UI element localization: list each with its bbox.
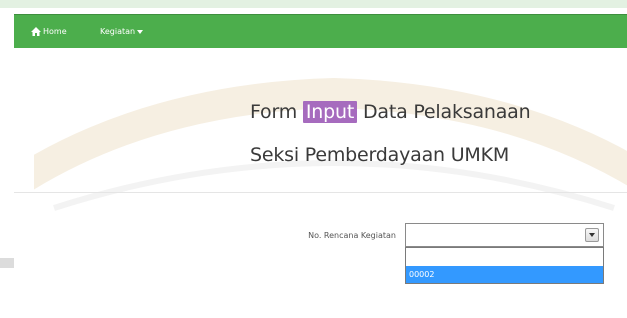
chevron-down-icon <box>589 233 595 237</box>
nav-home-label: Home <box>43 26 67 36</box>
title-suffix: Data Pelaksanaan <box>357 101 531 123</box>
nav-kegiatan-label: Kegiatan <box>100 26 136 36</box>
no-rencana-kegiatan-label: No. Rencana Kegiatan <box>308 231 396 240</box>
page-title-line2: Seksi Pemberdayaan UMKM <box>250 144 510 166</box>
top-navbar: Home Kegiatan <box>14 14 627 48</box>
divider <box>14 192 627 193</box>
left-edge-shadow <box>0 258 14 268</box>
select-arrow-button[interactable] <box>585 228 599 242</box>
page-title-line1: Form Input Data Pelaksanaan <box>250 101 531 123</box>
page: Home Kegiatan Form Input Data Pelaksanaa… <box>0 0 627 318</box>
home-icon <box>31 26 41 36</box>
title-prefix: Form <box>250 101 303 123</box>
no-rencana-kegiatan-select[interactable] <box>405 223 604 247</box>
caret-down-icon <box>137 29 144 34</box>
dropdown-option-empty[interactable] <box>406 248 603 266</box>
title-highlight: Input <box>302 101 358 123</box>
nav-home-link[interactable]: Home <box>31 14 67 48</box>
dropdown-option-00002[interactable]: 00002 <box>406 266 603 283</box>
nav-kegiatan-dropdown[interactable]: Kegiatan <box>100 14 144 48</box>
select-dropdown-list: 00002 <box>405 247 604 284</box>
